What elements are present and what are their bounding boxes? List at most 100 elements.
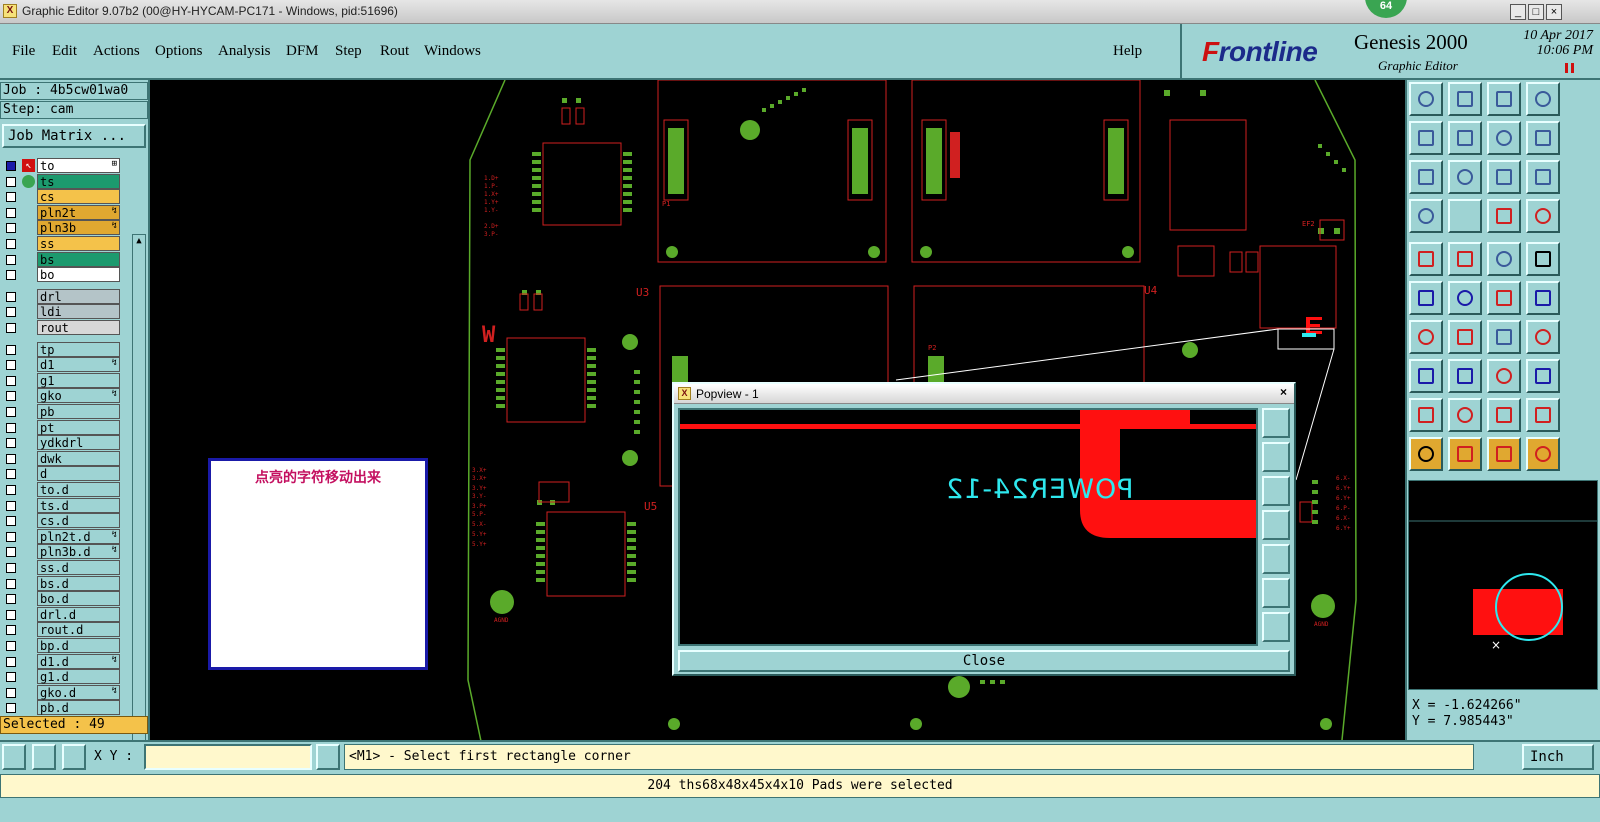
triangle-alt-icon[interactable] [1448, 398, 1482, 432]
menu-dfm[interactable]: DFM [286, 43, 319, 60]
select-lasso-icon[interactable] [1526, 437, 1560, 471]
scale-1-2-icon[interactable] [1487, 160, 1521, 194]
layer-row[interactable]: ss.d [0, 560, 120, 575]
zoom-extents-icon[interactable] [1526, 82, 1560, 116]
layer-checkbox[interactable] [6, 531, 16, 542]
layer-checkbox[interactable] [6, 609, 16, 620]
menu-rout[interactable]: Rout [380, 43, 409, 60]
measure-icon[interactable] [1409, 199, 1443, 233]
layer-row[interactable]: drl [0, 288, 120, 304]
layer-checkbox[interactable] [6, 192, 16, 203]
pv-down-icon[interactable] [1262, 476, 1290, 506]
redraw-icon[interactable] [1526, 121, 1560, 155]
layer-row[interactable]: pln3b ↯ [0, 220, 120, 236]
menu-help[interactable]: Help [1113, 43, 1142, 60]
select-arrow-icon[interactable] [1409, 437, 1443, 471]
xy-input[interactable] [144, 744, 312, 770]
layer-row[interactable]: ldi [0, 304, 120, 320]
layer-checkbox[interactable] [6, 438, 16, 449]
layer-row[interactable]: bs [0, 251, 120, 267]
pv-right-icon[interactable] [1262, 544, 1290, 574]
menu-windows[interactable]: Windows [424, 43, 481, 60]
layer-row[interactable]: bo.d [0, 591, 120, 607]
layer-checkbox[interactable] [6, 485, 16, 495]
mini-map[interactable]: × [1408, 480, 1598, 690]
layer-checkbox[interactable] [6, 422, 16, 433]
job-matrix-button[interactable]: Job Matrix ... [2, 124, 146, 148]
pv-fit-icon[interactable] [1262, 578, 1290, 608]
layer-row[interactable]: gko ↯ [0, 388, 120, 404]
layer-row[interactable]: ss [0, 236, 120, 251]
layer-row[interactable]: ts [0, 173, 120, 189]
select-box-icon[interactable] [1448, 437, 1482, 471]
layer-row[interactable]: pln2t.d ↯ [0, 528, 120, 544]
layer-checkbox[interactable] [6, 161, 16, 171]
layer-checkbox[interactable] [6, 291, 16, 302]
menu-analysis[interactable]: Analysis [218, 43, 271, 60]
layer-row[interactable]: bs.d [0, 575, 120, 591]
layer-row[interactable]: pln2t ↯ [0, 204, 120, 220]
layer-row[interactable]: ts.d [0, 497, 120, 513]
layer-checkbox[interactable] [6, 375, 16, 386]
layer-row[interactable]: cs.d [0, 513, 120, 529]
layer-row[interactable]: rout [0, 320, 120, 335]
center-icon[interactable] [1448, 160, 1482, 194]
ruler-icon[interactable] [1487, 242, 1521, 276]
help-query-icon[interactable] [1526, 160, 1560, 194]
layer-compare-icon[interactable] [1487, 199, 1521, 233]
line-icon[interactable] [1448, 320, 1482, 354]
resize-icon[interactable] [1487, 359, 1521, 393]
layer-row[interactable]: dwk [0, 450, 120, 466]
layer-checkbox[interactable] [6, 578, 16, 589]
layer-checkbox[interactable] [6, 453, 16, 464]
move-down-icon[interactable] [1448, 82, 1482, 116]
move-point-icon[interactable] [1487, 281, 1521, 315]
maximize-button[interactable]: □ [1528, 4, 1544, 20]
close-window-button[interactable]: × [1546, 4, 1562, 20]
layer-checkbox[interactable] [6, 563, 16, 573]
draw-line-icon[interactable] [1409, 320, 1443, 354]
add-pad-icon[interactable] [1409, 242, 1443, 276]
menu-step[interactable]: Step [335, 43, 362, 60]
layer-row[interactable]: drl.d [0, 606, 120, 622]
layer-checkbox[interactable] [6, 223, 16, 234]
layer-row[interactable]: gko.d ↯ [0, 684, 120, 700]
layer-checkbox[interactable] [6, 176, 16, 187]
layer-row[interactable]: cs [0, 189, 120, 205]
pv-zoom-in-icon[interactable] [1262, 408, 1290, 438]
menu-file[interactable]: File [12, 43, 35, 60]
layer-row[interactable]: tp [0, 341, 120, 357]
arc-icon[interactable] [1487, 320, 1521, 354]
snap-icon[interactable] [1409, 359, 1443, 393]
triangle-select-icon[interactable] [1526, 398, 1560, 432]
snap-mode-icon[interactable] [2, 744, 26, 770]
layer-checkbox[interactable] [6, 207, 16, 218]
layer-checkbox[interactable] [6, 323, 16, 333]
scroll-up-icon[interactable]: ▲ [134, 235, 144, 247]
layer-checkbox[interactable] [6, 239, 16, 249]
net-icon[interactable] [1526, 281, 1560, 315]
triangle-outline-icon[interactable] [1487, 398, 1521, 432]
layer-checkbox[interactable] [6, 500, 16, 511]
layer-row[interactable]: d [0, 466, 120, 482]
menu-actions[interactable]: Actions [93, 43, 140, 60]
layer-row[interactable]: pt [0, 419, 120, 435]
layer-checkbox[interactable] [6, 360, 16, 371]
copy-icon[interactable] [1526, 359, 1560, 393]
layer-row[interactable]: pb.d [0, 700, 120, 716]
layer-compare-alt-icon[interactable] [1526, 199, 1560, 233]
layer-checkbox[interactable] [6, 469, 16, 480]
layer-checkbox[interactable] [6, 270, 16, 281]
bar-icon[interactable] [1448, 359, 1482, 393]
layer-checkbox[interactable] [6, 516, 16, 527]
pan-left-icon[interactable] [1409, 121, 1443, 155]
pv-up-icon[interactable] [1262, 442, 1290, 472]
undo-view-icon[interactable] [1487, 121, 1521, 155]
pad-select-icon[interactable] [1526, 242, 1560, 276]
pv-center-icon[interactable] [1262, 612, 1290, 642]
pan-right-icon[interactable] [1448, 121, 1482, 155]
fit-screen-icon[interactable] [1409, 160, 1443, 194]
layer-row[interactable]: pb [0, 404, 120, 419]
triangle-icon[interactable] [1409, 398, 1443, 432]
layer-row[interactable]: g1 [0, 372, 120, 388]
